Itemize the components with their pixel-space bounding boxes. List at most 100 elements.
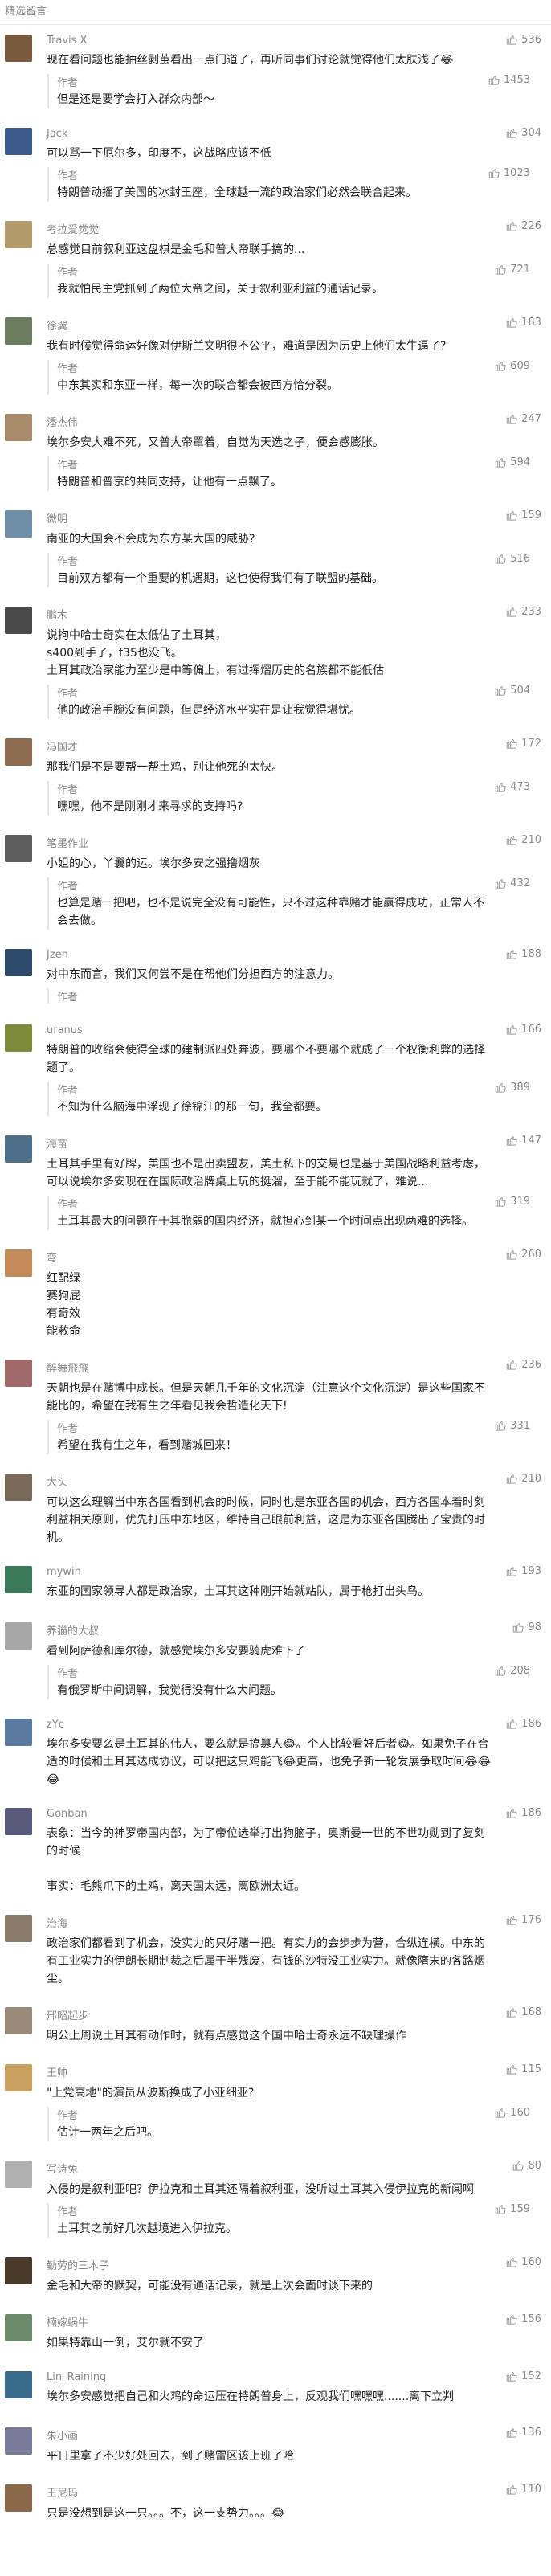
avatar[interactable] <box>5 1719 32 1746</box>
like-button[interactable]: 260 <box>506 1249 541 1261</box>
avatar[interactable] <box>5 835 32 862</box>
like-button[interactable]: 183 <box>506 317 541 329</box>
avatar[interactable] <box>5 2007 32 2034</box>
like-button[interactable]: 233 <box>506 606 541 618</box>
avatar[interactable] <box>5 1915 32 1942</box>
avatar[interactable] <box>5 2427 32 2455</box>
avatar[interactable] <box>5 1808 32 1835</box>
like-button[interactable]: 186 <box>506 1718 541 1730</box>
thumbs-up-icon <box>513 1622 524 1633</box>
like-button[interactable]: 193 <box>506 1565 541 1577</box>
reply-like-count: 473 <box>510 781 530 793</box>
reply-like-button[interactable]: 319 <box>495 1196 530 1208</box>
avatar[interactable] <box>5 2371 32 2398</box>
reply-like-button[interactable]: 432 <box>495 877 530 889</box>
reply-like-button[interactable]: 159 <box>495 2203 530 2215</box>
like-button[interactable]: 172 <box>506 738 541 750</box>
avatar[interactable] <box>5 2314 32 2341</box>
commenter-name: Travis X <box>47 35 88 47</box>
like-button[interactable]: 210 <box>506 1473 541 1485</box>
avatar[interactable] <box>5 738 32 766</box>
like-button[interactable]: 226 <box>506 220 541 232</box>
reply-text: 也算是赌一把吧，也不是说完全没有可能性，只不过这种靠赌才能赢得成功，正常人不会去… <box>57 897 484 927</box>
comment-item: mywin 193 东亚的国家领导人都是政治家，土耳其这种刚开始就站队，属于枪打… <box>0 1556 551 1613</box>
featured-comments-header: 精选留言 <box>0 0 551 25</box>
like-button[interactable]: 166 <box>506 1024 541 1036</box>
comment-item: zYc 186 埃尔多安要么是土耳其的伟人，要么就是搞篡人😂。个人比较看好后者😂… <box>0 1709 551 1798</box>
like-button[interactable]: 98 <box>512 1621 541 1634</box>
like-button[interactable]: 110 <box>506 2484 541 2496</box>
like-button[interactable]: 152 <box>506 2370 541 2382</box>
commenter-name: Jzen <box>47 949 68 961</box>
avatar[interactable] <box>5 221 32 248</box>
avatar[interactable] <box>5 1135 32 1163</box>
like-button[interactable]: 186 <box>506 1807 541 1819</box>
like-button[interactable]: 168 <box>506 2006 541 2018</box>
like-count: 236 <box>521 1359 541 1371</box>
avatar[interactable] <box>5 2484 32 2512</box>
comment-item: 邢昭起步 168 明公上周说土耳其有动作时，就有点感觉这个国中哈士奇永远不缺理操… <box>0 1997 551 2055</box>
avatar[interactable] <box>5 317 32 345</box>
reply-like-button[interactable]: 208 <box>495 1665 530 1677</box>
like-button[interactable]: 210 <box>506 834 541 846</box>
avatar[interactable] <box>5 1474 32 1501</box>
thumbs-up-icon <box>506 510 517 521</box>
avatar[interactable] <box>5 1360 32 1387</box>
avatar[interactable] <box>5 510 32 538</box>
author-label: 作者 <box>57 2110 79 2122</box>
like-button[interactable]: 176 <box>506 1914 541 1926</box>
comments-page: 精选留言 Travis X 536 现在看问题也能抽丝剥茧看出一点门道了，再听同… <box>0 0 551 2576</box>
like-button[interactable]: 236 <box>506 1359 541 1371</box>
avatar[interactable] <box>5 1566 32 1593</box>
like-button[interactable]: 304 <box>506 127 541 139</box>
commenter-name: 笔墨作业 <box>47 838 89 850</box>
reply-like-button[interactable]: 160 <box>495 2107 530 2119</box>
reply-like-button[interactable]: 473 <box>495 781 530 793</box>
avatar[interactable] <box>5 1249 32 1277</box>
reply-like-button[interactable]: 504 <box>495 685 530 697</box>
like-button[interactable]: 188 <box>506 948 541 960</box>
avatar[interactable] <box>5 949 32 976</box>
avatar[interactable] <box>5 128 32 155</box>
avatar[interactable] <box>5 1622 32 1650</box>
reply-like-button[interactable]: 331 <box>495 1420 530 1432</box>
commenter-name: 治海 <box>47 1918 68 1930</box>
reply-like-button[interactable]: 609 <box>495 360 530 372</box>
comment-item: 潘杰伟 247 埃尔多安大难不死，又普大帝罩着，自觉为天选之子，便会感膨胀。 5… <box>0 404 551 501</box>
avatar[interactable] <box>5 2161 32 2188</box>
like-button[interactable]: 160 <box>506 2256 541 2268</box>
thumbs-up-icon <box>506 2371 517 2382</box>
reply-text: 土耳其最大的问题在于其脆弱的国内经济，就担心到某一个时间点出现两难的选择。 <box>57 1215 473 1228</box>
comment-text: 我有时候觉得命运好像对伊斯兰文明很不公平，难道是因为历史上他们太牛逼了? <box>47 340 447 353</box>
author-label: 作者 <box>57 2206 79 2218</box>
reply-like-count: 721 <box>510 264 530 276</box>
like-button[interactable]: 147 <box>506 1135 541 1147</box>
reply-like-button[interactable]: 389 <box>495 1082 530 1094</box>
reply-like-button[interactable]: 594 <box>495 456 530 468</box>
reply-like-count: 208 <box>510 1665 530 1677</box>
author-label: 作者 <box>57 992 79 1004</box>
reply-like-button[interactable]: 721 <box>495 264 530 276</box>
avatar[interactable] <box>5 1024 32 1052</box>
like-button[interactable]: 247 <box>506 413 541 425</box>
comment-text: 土耳其手里有好牌，美国也不是出卖盟友，美土私下的交易也是基于美国战略利益考虑，可… <box>47 1158 485 1188</box>
like-button[interactable]: 80 <box>512 2160 541 2172</box>
avatar[interactable] <box>5 414 32 441</box>
avatar[interactable] <box>5 35 32 62</box>
thumbs-up-icon <box>495 2204 506 2214</box>
reply-like-button[interactable]: 1023 <box>488 167 530 179</box>
avatar[interactable] <box>5 2064 32 2091</box>
like-button[interactable]: 115 <box>506 2063 541 2075</box>
like-button[interactable]: 136 <box>506 2427 541 2439</box>
comment-item: 醉舞飛飛 236 天朝也是在赌博中成长。但是天朝几千年的文化沉淀（注意这个文化沉… <box>0 1350 551 1464</box>
like-button[interactable]: 536 <box>506 34 541 46</box>
avatar[interactable] <box>5 2257 32 2284</box>
reply-like-button[interactable]: 1453 <box>488 74 530 86</box>
commenter-name: 海苗 <box>47 1139 68 1151</box>
commenter-name: mywin <box>47 1566 81 1578</box>
like-count: 172 <box>521 738 541 750</box>
avatar[interactable] <box>5 607 32 634</box>
like-button[interactable]: 159 <box>506 509 541 521</box>
like-button[interactable]: 156 <box>506 2313 541 2325</box>
reply-like-button[interactable]: 516 <box>495 553 530 565</box>
